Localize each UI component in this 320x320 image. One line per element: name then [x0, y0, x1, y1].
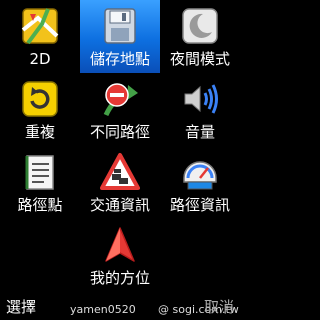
traffic-warning-icon: [100, 153, 140, 190]
no-entry-route-icon: [103, 83, 138, 117]
watermark-user: yamen0520: [70, 303, 136, 316]
cancel-softkey[interactable]: 取消: [204, 296, 234, 317]
menu-item-night-mode[interactable]: 夜間模式: [160, 0, 240, 73]
select-softkey[interactable]: 選擇: [6, 296, 36, 317]
menu-item-repeat[interactable]: 重複: [0, 73, 80, 146]
menu-item-label: 不同路徑: [89, 123, 150, 141]
menu-item-traffic-info[interactable]: 交通資訊: [80, 146, 160, 219]
menu-item-label: 我的方位: [89, 269, 150, 287]
moon-icon: [182, 8, 218, 44]
menu-item-label: 2D: [29, 50, 51, 68]
menu-item-waypoints[interactable]: 路徑點: [0, 146, 80, 219]
menu-item-label: 儲存地點: [89, 50, 150, 68]
menu-item-route-info[interactable]: 路徑資訊: [160, 146, 240, 219]
menu-item-2d[interactable]: 2D: [0, 0, 80, 73]
speedometer-icon: [183, 161, 217, 190]
menu-item-label: 交通資訊: [89, 196, 150, 214]
menu-item-label: 路徑資訊: [169, 196, 230, 214]
menu-item-label: 音量: [184, 123, 215, 141]
navigation-arrow-icon: [105, 227, 135, 262]
speaker-icon: [184, 84, 218, 114]
save-disk-icon: [104, 8, 136, 44]
menu-item-save-location[interactable]: 儲存地點: [80, 0, 160, 73]
menu-item-label: 夜間模式: [169, 50, 230, 68]
menu-item-label: 重複: [24, 123, 55, 141]
menu-item-label: 路徑點: [17, 196, 63, 214]
map-2d-icon: [21, 8, 59, 45]
waypoint-list-icon: [25, 155, 54, 190]
menu-item-volume[interactable]: 音量: [160, 73, 240, 146]
menu-item-my-location[interactable]: 我的方位: [80, 219, 160, 292]
softkey-bar: 選擇 yamen0520 @ sogi.com.tw 取消: [0, 296, 240, 320]
menu-item-different-route[interactable]: 不同路徑: [80, 73, 160, 146]
repeat-icon: [22, 81, 58, 117]
